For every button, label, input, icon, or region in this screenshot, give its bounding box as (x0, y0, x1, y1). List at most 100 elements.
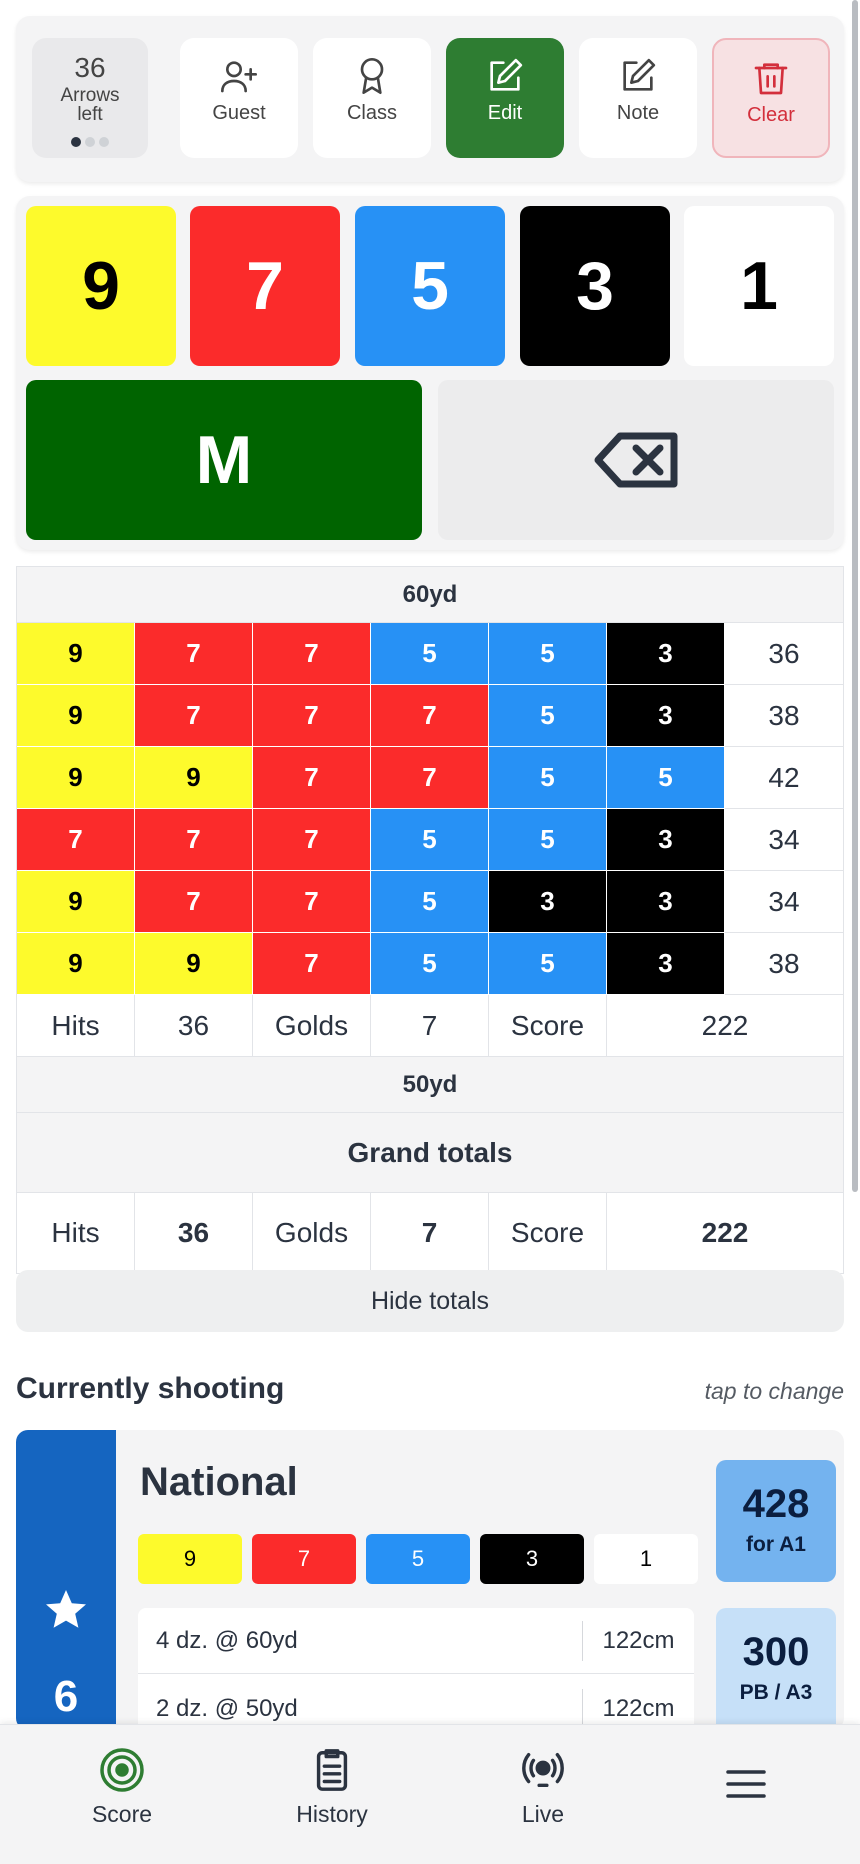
key-1[interactable]: 1 (684, 206, 834, 366)
arrow-score-cell[interactable]: 7 (253, 623, 371, 685)
distance-summary-row: Hits 36 Golds 7 Score 222 (17, 995, 843, 1057)
arrow-score-cell[interactable]: 7 (135, 685, 253, 747)
arrow-score-cell[interactable]: 7 (253, 685, 371, 747)
note-label: Note (616, 102, 660, 124)
current-round-card[interactable]: 6 National 9 7 5 3 1 4 dz. @ 60yd 122cm … (16, 1430, 844, 1730)
round-scoring-chip: 9 (138, 1534, 242, 1584)
class-button[interactable]: Class (313, 38, 431, 158)
arrow-score-cell[interactable]: 7 (253, 871, 371, 933)
target-score: 428 (742, 1482, 810, 1526)
arrow-score-cell[interactable]: 9 (17, 623, 135, 685)
nav-live[interactable]: Live (453, 1725, 633, 1864)
arrow-score-cell[interactable]: 7 (17, 809, 135, 871)
arrow-score-cell[interactable]: 5 (489, 747, 607, 809)
key-7[interactable]: 7 (190, 206, 340, 366)
clear-button[interactable]: Clear (712, 38, 830, 158)
end-row[interactable]: 7 7 7 5 5 3 34 (17, 809, 843, 871)
grand-golds-label: Golds (253, 1193, 371, 1273)
end-total: 42 (725, 747, 843, 809)
backspace-button[interactable] (438, 380, 834, 540)
distance-row: 2 dz. @ 50yd 122cm (138, 1676, 694, 1730)
arrow-score-cell[interactable]: 3 (607, 809, 725, 871)
guest-button[interactable]: Guest (180, 38, 298, 158)
score-label: Score (489, 995, 607, 1056)
arrow-score-cell[interactable]: 5 (489, 809, 607, 871)
arrow-score-cell[interactable]: 7 (253, 933, 371, 995)
hide-totals-button[interactable]: Hide totals (16, 1270, 844, 1332)
grand-score-label: Score (489, 1193, 607, 1273)
key-5[interactable]: 5 (355, 206, 505, 366)
bottom-navigation: Score History Live (0, 1724, 860, 1864)
nav-history-label: History (296, 1801, 368, 1827)
ribbon-icon (360, 57, 384, 94)
arrow-score-cell[interactable]: 9 (17, 747, 135, 809)
nav-menu[interactable] (656, 1725, 836, 1864)
arrow-score-cell[interactable]: 3 (489, 871, 607, 933)
end-row[interactable]: 9 7 7 7 5 3 38 (17, 685, 843, 747)
nav-history[interactable]: History (242, 1725, 422, 1864)
arrow-score-cell[interactable]: 7 (135, 809, 253, 871)
arrow-score-cell[interactable]: 5 (489, 685, 607, 747)
round-scoring-chip: 7 (252, 1534, 356, 1584)
arrow-score-cell[interactable]: 9 (135, 747, 253, 809)
scoring-toolbar: 36 Arrows left Guest Class Edit Note Cle… (16, 16, 844, 182)
arrow-score-cell[interactable]: 7 (135, 623, 253, 685)
end-row[interactable]: 9 7 7 5 5 3 36 (17, 623, 843, 685)
tap-to-change-hint: tap to change (704, 1378, 844, 1404)
round-count: 6 (53, 1672, 79, 1721)
arrow-score-cell[interactable]: 9 (17, 871, 135, 933)
round-scoring-chip: 1 (594, 1534, 698, 1584)
arrow-score-cell[interactable]: 5 (489, 623, 607, 685)
edit-button[interactable]: Edit (446, 38, 564, 158)
round-favourite-strip: 6 (16, 1430, 116, 1730)
arrow-score-cell[interactable]: 3 (607, 933, 725, 995)
score-value: 222 (701, 1009, 749, 1041)
arrow-score-cell[interactable]: 7 (253, 747, 371, 809)
arrow-score-cell[interactable]: 9 (17, 685, 135, 747)
arrow-score-cell[interactable]: 9 (17, 933, 135, 995)
arrow-score-cell[interactable]: 5 (371, 933, 489, 995)
currently-shooting-title: Currently shooting (16, 1372, 285, 1405)
end-row[interactable]: 9 9 7 7 5 5 42 (17, 747, 843, 809)
star-icon (46, 1590, 86, 1628)
arrow-score-cell[interactable]: 3 (607, 685, 725, 747)
nav-score-label: Score (91, 1801, 153, 1827)
scrollbar[interactable] (852, 0, 858, 1192)
hits-value: 36 (135, 995, 253, 1056)
arrow-score-cell[interactable]: 5 (371, 809, 489, 871)
arrow-score-cell[interactable]: 5 (489, 933, 607, 995)
score-sheet: 60yd 9 7 7 5 5 3 36 9 7 7 7 5 3 38 9 9 7 7 5 5 42 7 7 7 5 5 3 34 9 7 7… (16, 566, 844, 1274)
arrow-score-cell[interactable]: 5 (371, 871, 489, 933)
trash-icon (754, 63, 788, 95)
arrow-score-cell[interactable]: 3 (607, 623, 725, 685)
distance-face: 122cm (582, 1688, 694, 1729)
user-plus-icon (221, 61, 257, 93)
key-9[interactable]: 9 (26, 206, 176, 366)
arrow-score-cell[interactable]: 7 (135, 871, 253, 933)
arrow-score-cell[interactable]: 9 (135, 933, 253, 995)
pb-score: 300 (742, 1630, 810, 1674)
hits-label: Hits (17, 995, 135, 1056)
end-row[interactable]: 9 7 7 5 3 3 34 (17, 871, 843, 933)
note-button[interactable]: Note (579, 38, 697, 158)
round-name: National (140, 1460, 298, 1504)
end-rows: 9 7 7 5 5 3 36 9 7 7 7 5 3 38 9 9 7 7 5 5 42 7 7 7 5 5 3 34 9 7 7 5 3 3 34… (17, 623, 843, 995)
page-dot-active (71, 137, 81, 147)
target-label: for A1 (746, 1533, 806, 1556)
nav-score[interactable]: Score (32, 1725, 212, 1864)
distance-header-60: 60yd (17, 567, 843, 623)
key-3[interactable]: 3 (520, 206, 670, 366)
arrow-score-cell[interactable]: 7 (253, 809, 371, 871)
arrows-left-counter[interactable]: 36 Arrows left (32, 38, 148, 158)
end-row[interactable]: 9 9 7 5 5 3 38 (17, 933, 843, 995)
distance-face: 122cm (582, 1620, 694, 1661)
golds-value: 7 (371, 995, 489, 1056)
arrow-score-cell[interactable]: 7 (371, 747, 489, 809)
arrow-score-cell[interactable]: 5 (371, 623, 489, 685)
nav-live-label: Live (521, 1801, 565, 1827)
distance-dozens: 2 dz. @ 50yd (156, 1694, 298, 1722)
arrow-score-cell[interactable]: 3 (607, 871, 725, 933)
arrow-score-cell[interactable]: 5 (607, 747, 725, 809)
key-miss[interactable]: M (26, 380, 422, 540)
arrow-score-cell[interactable]: 7 (371, 685, 489, 747)
